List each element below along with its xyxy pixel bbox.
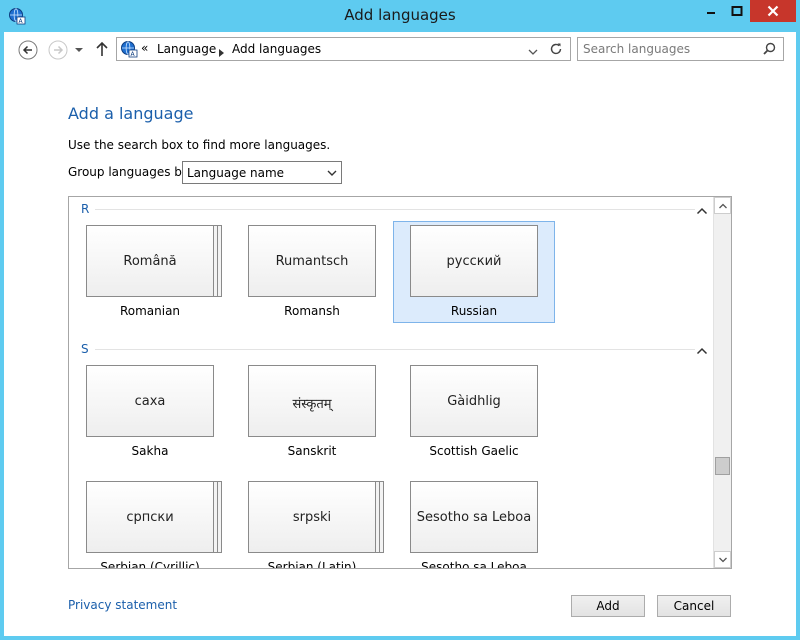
language-card: саха	[86, 365, 214, 437]
language-english-name: Romansh	[284, 304, 340, 318]
up-button[interactable]	[95, 41, 109, 59]
breadcrumb-separator-icon[interactable]	[218, 46, 224, 60]
chevron-down-icon	[327, 167, 337, 181]
language-tile-sanskrit[interactable]: संस्कृतम् Sanskrit	[231, 361, 393, 463]
up-arrow-icon	[96, 41, 108, 56]
language-tile-sakha[interactable]: саха Sakha	[69, 361, 231, 463]
close-button[interactable]	[750, 0, 796, 22]
chevron-up-icon	[696, 207, 708, 215]
refresh-icon	[550, 43, 562, 55]
language-card: Rumantsch	[248, 225, 376, 297]
breadcrumb-overflow[interactable]: «	[141, 41, 148, 55]
page-description: Use the search box to find more language…	[68, 138, 331, 152]
back-button[interactable]	[18, 40, 38, 60]
group-by-select[interactable]: Language name	[182, 161, 342, 184]
language-native-name: Gàidhlig	[447, 394, 501, 409]
language-card: Sesotho sa Leboa	[410, 481, 538, 553]
vertical-scrollbar[interactable]	[713, 197, 731, 568]
group-header-divider	[95, 209, 695, 210]
group-by-label: Group languages by:	[68, 165, 193, 179]
breadcrumb-language[interactable]: Language	[157, 42, 216, 56]
navigation-bar: A « Language Add languages	[4, 32, 796, 68]
chevron-down-icon	[528, 49, 538, 55]
language-card: Gàidhlig	[410, 365, 538, 437]
cancel-button[interactable]: Cancel	[657, 595, 731, 617]
language-english-name: Sanskrit	[287, 444, 337, 458]
search-icon[interactable]	[763, 42, 776, 58]
language-english-name: Scottish Gaelic	[429, 444, 519, 458]
add-button[interactable]: Add	[571, 595, 645, 617]
search-box[interactable]	[577, 37, 784, 61]
group-header-letter: R	[81, 202, 90, 216]
address-dropdown-button[interactable]	[528, 45, 538, 59]
close-icon	[767, 5, 779, 17]
language-english-name: Serbian (Latin)	[267, 560, 357, 568]
language-native-name: Sesotho sa Leboa	[416, 510, 532, 525]
maximize-icon	[731, 6, 743, 16]
scroll-down-button[interactable]	[714, 551, 731, 568]
privacy-statement-link[interactable]: Privacy statement	[68, 598, 177, 612]
language-native-name: Română	[123, 254, 177, 269]
collapse-group-button[interactable]	[696, 204, 708, 215]
language-native-name: русский	[446, 254, 502, 269]
language-tile-russian[interactable]: русский Russian	[393, 221, 555, 323]
recent-pages-button[interactable]	[74, 44, 84, 54]
language-english-name: Serbian (Cyrillic)	[100, 560, 200, 568]
language-card: русский	[410, 225, 538, 297]
back-arrow-icon	[18, 40, 38, 60]
language-list: R Română Romanian Rumantsch Romansh русс…	[69, 197, 713, 568]
language-tile-serbian-latin[interactable]: srpski Serbian (Latin)	[231, 477, 393, 568]
language-native-name: српски	[126, 510, 174, 525]
breadcrumb-add-languages[interactable]: Add languages	[232, 42, 321, 56]
search-input[interactable]	[583, 40, 753, 58]
language-card: संस्कृतम्	[248, 365, 376, 437]
language-list-panel: R Română Romanian Rumantsch Romansh русс…	[68, 196, 732, 569]
language-english-name: Russian	[450, 304, 498, 318]
chevron-down-icon	[75, 48, 83, 52]
language-card: Română	[86, 225, 214, 297]
group-by-value: Language name	[187, 166, 285, 180]
title-bar[interactable]: A Add languages	[0, 0, 800, 32]
language-native-name: Rumantsch	[275, 254, 349, 269]
language-tile-romanian[interactable]: Română Romanian	[69, 221, 231, 323]
language-native-name: саха	[134, 394, 166, 409]
page-heading: Add a language	[68, 104, 194, 123]
group-header-divider	[95, 349, 695, 350]
group-header-letter: S	[81, 342, 89, 356]
language-card: српски	[86, 481, 214, 553]
address-bar[interactable]: A « Language Add languages	[116, 37, 571, 61]
language-tile-sesotho-sa-leboa[interactable]: Sesotho sa Leboa Sesotho sa Leboa	[393, 477, 555, 568]
window-title: Add languages	[344, 6, 456, 24]
forward-button[interactable]	[48, 40, 68, 60]
language-globe-icon: A	[120, 40, 138, 61]
language-native-name: संस्कृतम्	[292, 397, 332, 412]
forward-arrow-icon	[48, 40, 68, 60]
refresh-button[interactable]	[549, 42, 563, 59]
language-tile-scottish-gaelic[interactable]: Gàidhlig Scottish Gaelic	[393, 361, 555, 463]
language-tile-serbian-cyrillic[interactable]: српски Serbian (Cyrillic)	[69, 477, 231, 568]
language-english-name: Sakha	[131, 444, 169, 458]
chevron-up-icon	[719, 203, 727, 209]
language-english-name: Sesotho sa Leboa	[421, 560, 527, 568]
maximize-button[interactable]	[724, 0, 750, 22]
language-tile-romansh[interactable]: Rumantsch Romansh	[231, 221, 393, 323]
scroll-up-button[interactable]	[714, 197, 731, 214]
scrollbar-thumb[interactable]	[715, 457, 730, 475]
language-english-name: Romanian	[119, 304, 181, 318]
minimize-button[interactable]	[698, 0, 724, 22]
language-card: srpski	[248, 481, 376, 553]
minimize-icon	[707, 12, 715, 14]
collapse-group-button[interactable]	[696, 344, 708, 355]
language-native-name: srpski	[292, 510, 332, 525]
chevron-down-icon	[719, 557, 727, 563]
chevron-up-icon	[696, 347, 708, 355]
